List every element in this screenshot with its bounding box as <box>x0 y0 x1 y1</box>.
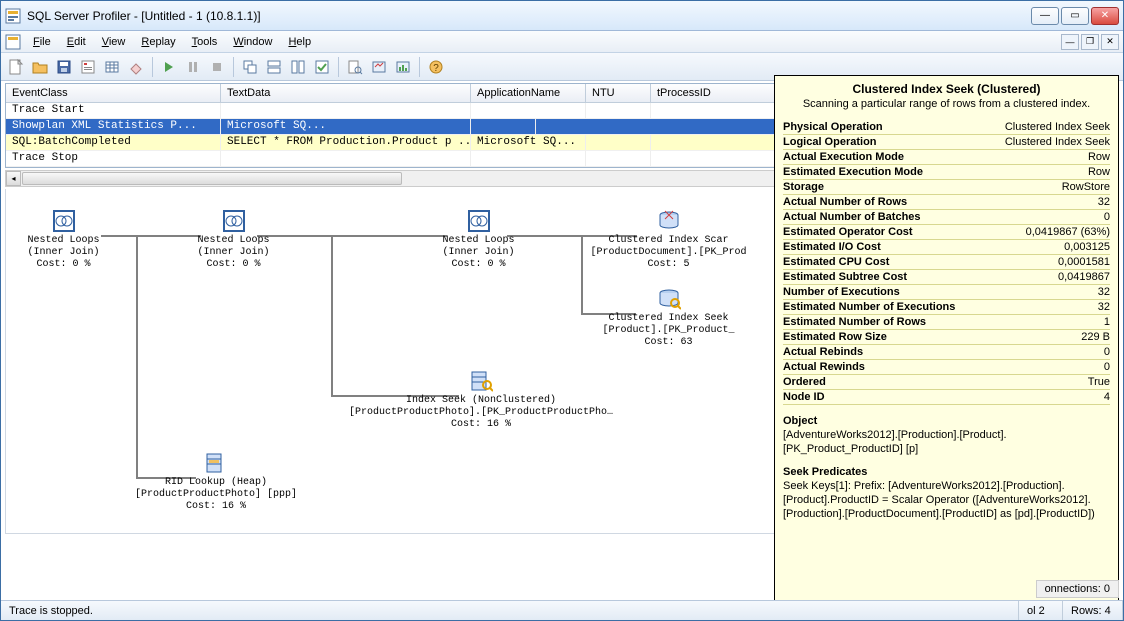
nested-loops-icon <box>52 209 76 233</box>
node-label: Nested Loops <box>16 235 111 247</box>
col-textdata[interactable]: TextData <box>221 84 471 102</box>
tb-open[interactable] <box>29 56 51 78</box>
plan-node-1[interactable]: Nested Loops (Inner Join) Cost: 0 % <box>16 209 111 271</box>
node-sub: (Inner Join) <box>186 247 281 259</box>
node-cost: Cost: 0 % <box>186 259 281 271</box>
tooltip-table: Physical OperationClustered Index SeekLo… <box>783 120 1110 405</box>
clustered-index-seek-icon <box>657 287 681 311</box>
tb-new[interactable] <box>5 56 27 78</box>
tb-find[interactable] <box>344 56 366 78</box>
plan-node-3[interactable]: Nested Loops (Inner Join) Cost: 0 % <box>431 209 526 271</box>
status-connections: onnections: 0 <box>1036 580 1119 598</box>
scroll-thumb[interactable] <box>22 172 402 185</box>
node-label: Clustered Index Seek <box>581 313 756 325</box>
close-button[interactable]: ✕ <box>1091 7 1119 25</box>
menu-replay[interactable]: Replay <box>133 34 183 50</box>
tb-run[interactable] <box>158 56 180 78</box>
mdi-icon <box>5 34 21 50</box>
menu-file[interactable]: File <box>25 34 59 50</box>
node-sub: [ProductProductPhoto] [ppp] <box>126 489 306 501</box>
menu-tools[interactable]: Tools <box>184 34 226 50</box>
node-sub: [ProductProductPhoto].[PK_ProductProduct… <box>336 407 626 419</box>
plan-node-2[interactable]: Nested Loops (Inner Join) Cost: 0 % <box>186 209 281 271</box>
maximize-button[interactable]: ▭ <box>1061 7 1089 25</box>
operator-tooltip: Clustered Index Seek (Clustered) Scannin… <box>774 75 1119 602</box>
node-sub: [Product].[PK_Product_ <box>581 325 756 337</box>
tb-save[interactable] <box>53 56 75 78</box>
clustered-index-scan-icon <box>657 209 681 233</box>
svg-text:?: ? <box>433 63 439 74</box>
menu-window[interactable]: Window <box>225 34 280 50</box>
tb-toggle[interactable] <box>311 56 333 78</box>
mdi-minimize[interactable]: — <box>1061 34 1079 50</box>
menubar: File Edit View Replay Tools Window Help … <box>1 31 1123 53</box>
col-ntu[interactable]: NTU <box>586 84 651 102</box>
scroll-left[interactable]: ◂ <box>6 171 21 186</box>
col-appname[interactable]: ApplicationName <box>471 84 586 102</box>
tb-stop[interactable] <box>206 56 228 78</box>
node-label: RID Lookup (Heap) <box>126 477 306 489</box>
node-cost: Cost: 63 <box>581 337 756 349</box>
node-cost: Cost: 16 % <box>336 419 626 431</box>
node-cost: Cost: 5 <box>581 259 756 271</box>
nested-loops-icon <box>467 209 491 233</box>
tooltip-object-label: Object <box>783 415 1110 427</box>
tooltip-object-text: [AdventureWorks2012].[Production].[Produ… <box>783 428 1110 456</box>
window-title: SQL Server Profiler - [Untitled - 1 (10.… <box>27 9 1031 23</box>
tb-properties[interactable] <box>77 56 99 78</box>
node-sub: [ProductDocument].[PK_Prod <box>581 247 756 259</box>
node-cost: Cost: 16 % <box>126 501 306 513</box>
app-icon <box>5 8 21 24</box>
status-rows: Rows: 4 <box>1063 601 1123 620</box>
menu-edit[interactable]: Edit <box>59 34 94 50</box>
tb-template[interactable] <box>368 56 390 78</box>
tb-window1[interactable] <box>239 56 261 78</box>
tb-pause[interactable] <box>182 56 204 78</box>
tb-window3[interactable] <box>287 56 309 78</box>
plan-node-6[interactable]: Index Seek (NonClustered) [ProductProduc… <box>336 369 626 431</box>
node-label: Nested Loops <box>431 235 526 247</box>
tooltip-seek-text: Seek Keys[1]: Prefix: [AdventureWorks201… <box>783 479 1110 521</box>
tb-window2[interactable] <box>263 56 285 78</box>
node-label: Clustered Index Scar <box>581 235 756 247</box>
tb-tuning[interactable] <box>392 56 414 78</box>
node-sub: (Inner Join) <box>16 247 111 259</box>
rid-lookup-icon <box>204 451 228 475</box>
tooltip-seek-label: Seek Predicates <box>783 466 1110 478</box>
nested-loops-icon <box>222 209 246 233</box>
status-trace: Trace is stopped. <box>1 601 1019 620</box>
plan-node-4[interactable]: Clustered Index Scar [ProductDocument].[… <box>581 209 756 271</box>
node-cost: Cost: 0 % <box>431 259 526 271</box>
tb-help[interactable]: ? <box>425 56 447 78</box>
menu-help[interactable]: Help <box>280 34 319 50</box>
node-label: Nested Loops <box>186 235 281 247</box>
mdi-restore[interactable]: ❐ <box>1081 34 1099 50</box>
plan-node-7[interactable]: RID Lookup (Heap) [ProductProductPhoto] … <box>126 451 306 513</box>
tooltip-title: Clustered Index Seek (Clustered) <box>783 82 1110 96</box>
status-col: ol 2 <box>1019 601 1063 620</box>
menu-view[interactable]: View <box>94 34 134 50</box>
titlebar: SQL Server Profiler - [Untitled - 1 (10.… <box>1 1 1123 31</box>
col-eventclass[interactable]: EventClass <box>6 84 221 102</box>
node-sub: (Inner Join) <box>431 247 526 259</box>
node-cost: Cost: 0 % <box>16 259 111 271</box>
tooltip-subtitle: Scanning a particular range of rows from… <box>783 98 1110 110</box>
mdi-close[interactable]: ✕ <box>1101 34 1119 50</box>
index-seek-icon <box>469 369 493 393</box>
statusbar: Trace is stopped. ol 2 Rows: 4 <box>1 600 1123 620</box>
node-label: Index Seek (NonClustered) <box>336 395 626 407</box>
plan-node-5[interactable]: Clustered Index Seek [Product].[PK_Produ… <box>581 287 756 349</box>
minimize-button[interactable]: — <box>1031 7 1059 25</box>
tb-eraser[interactable] <box>125 56 147 78</box>
tb-table[interactable] <box>101 56 123 78</box>
